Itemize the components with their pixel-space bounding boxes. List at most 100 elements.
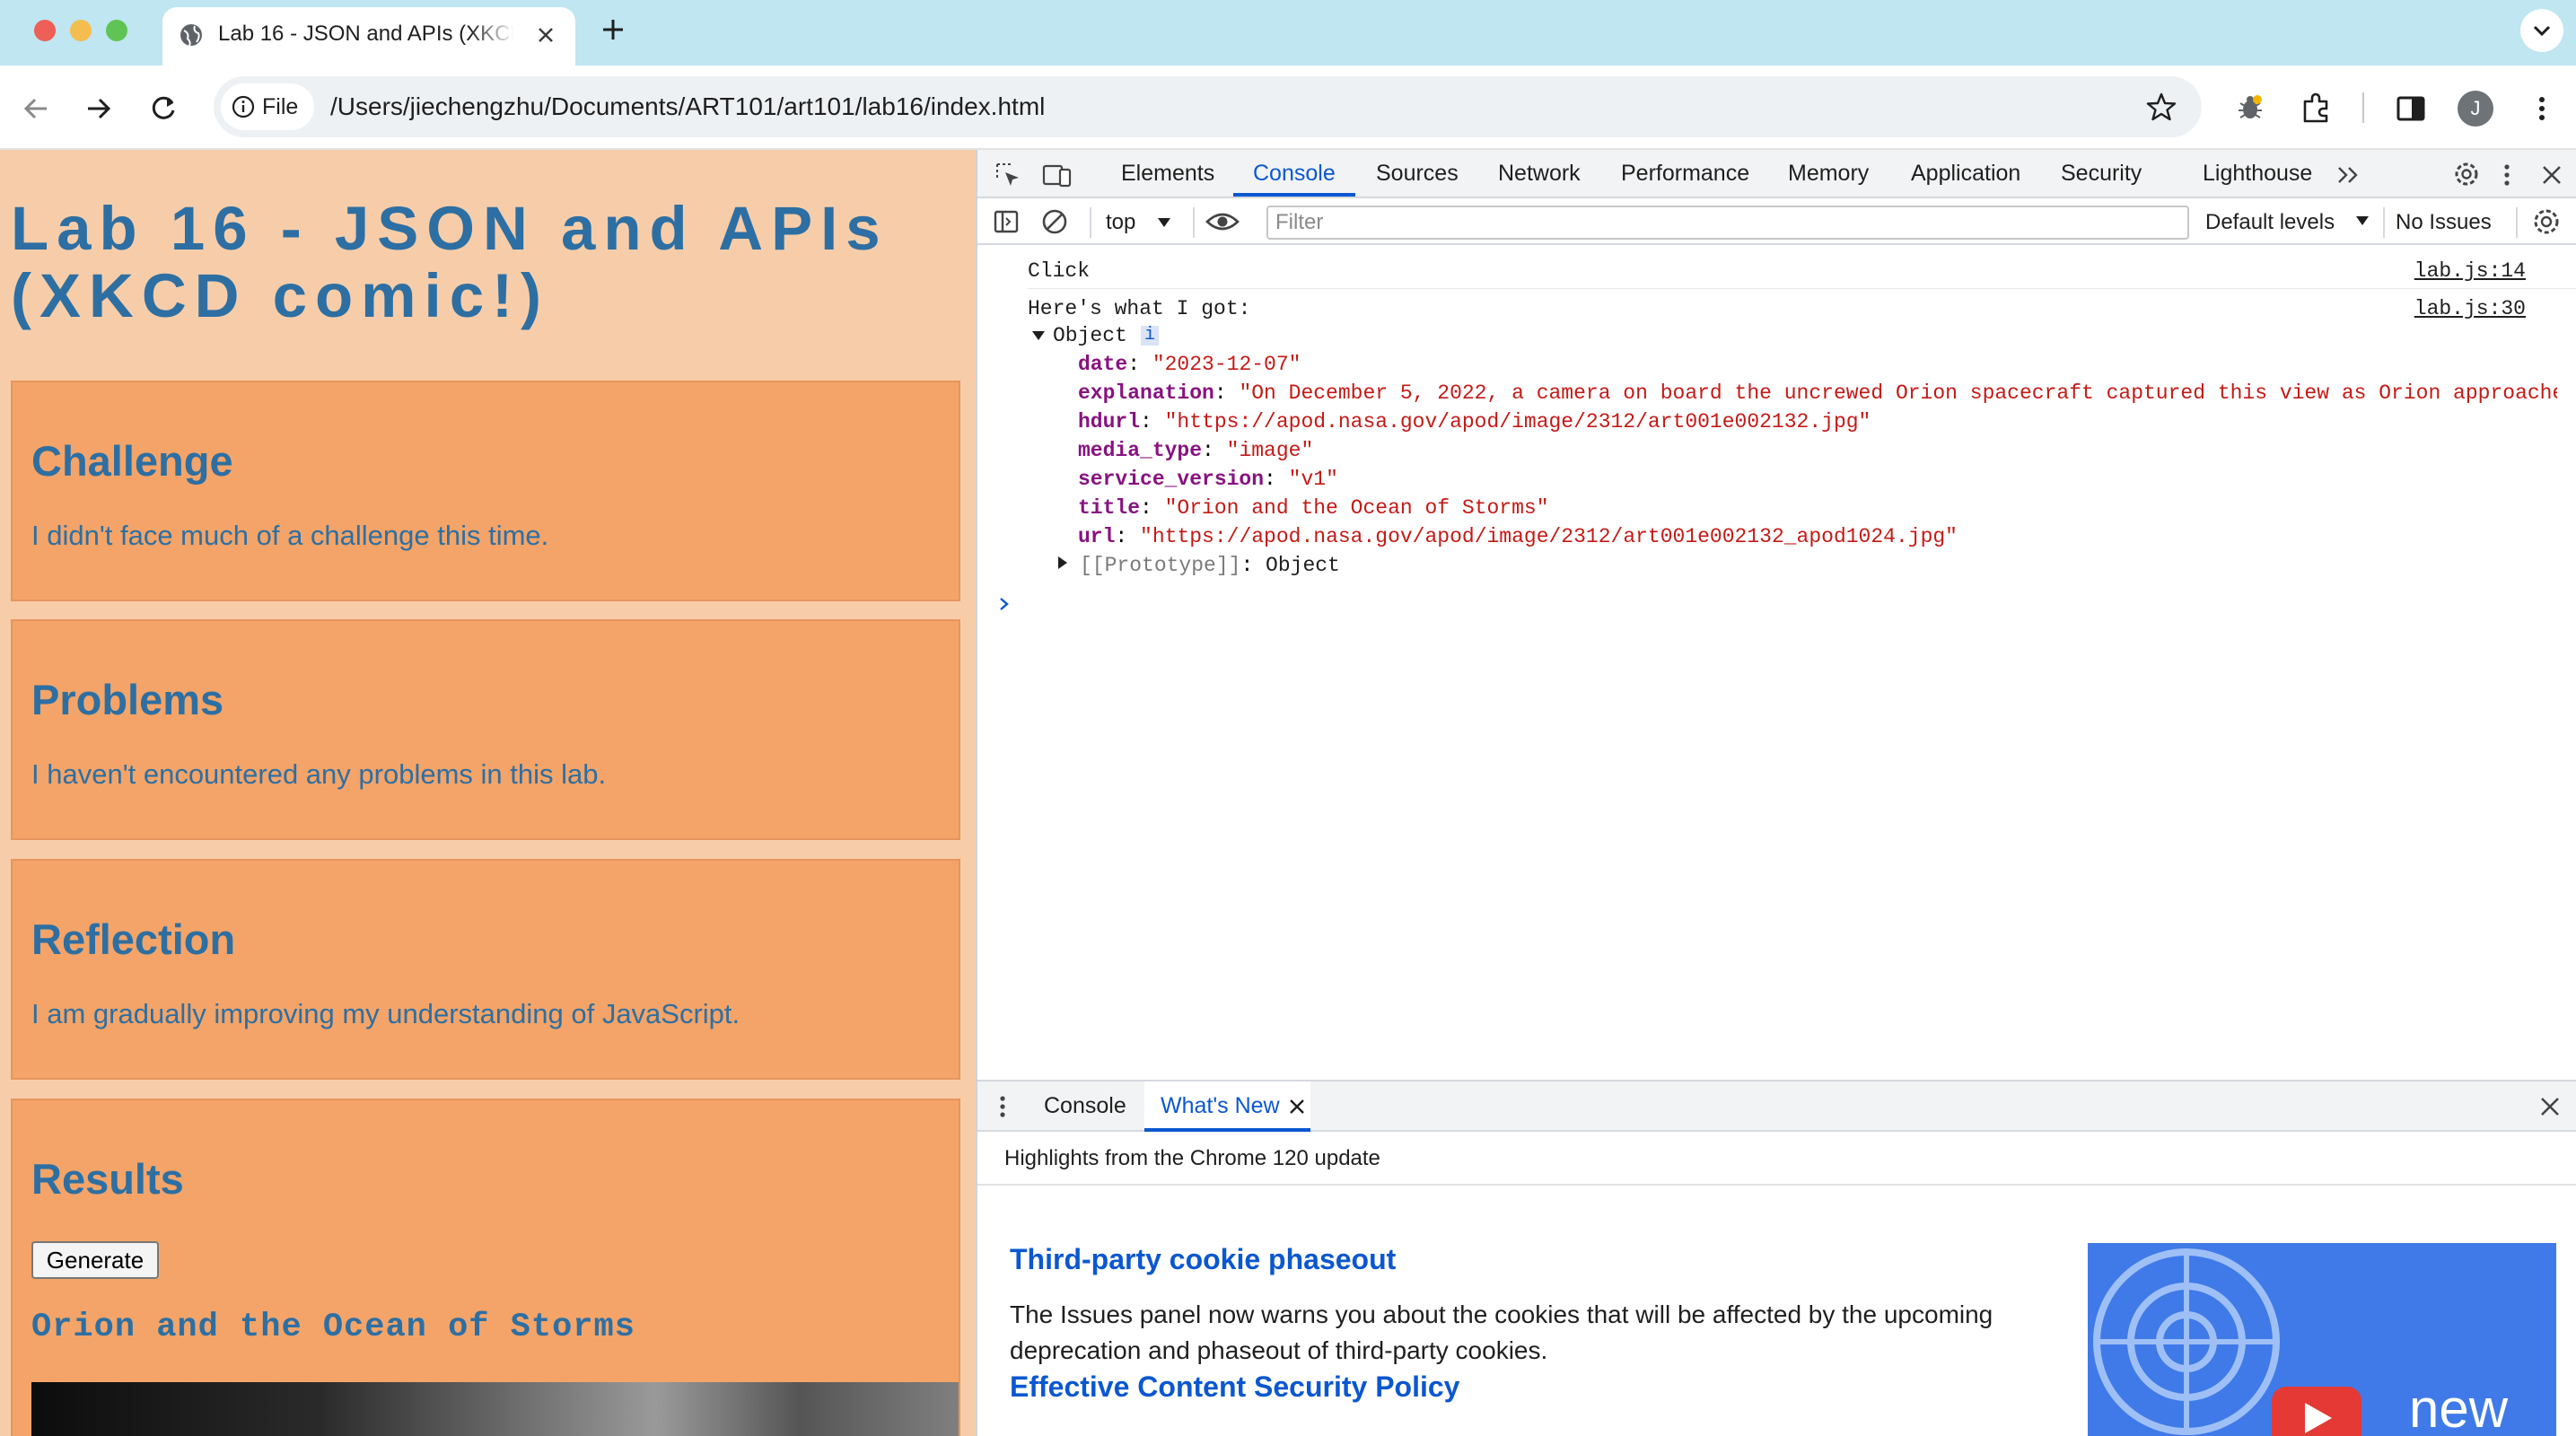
feature-description: The Issues panel now warns you about the… <box>1010 1300 1993 1364</box>
prototype-expand-arrow-icon[interactable] <box>1056 556 1069 570</box>
live-expression-eye-icon[interactable] <box>1205 207 1240 236</box>
drawer-tab-bar: Console What's New <box>977 1080 2576 1132</box>
feature-heading-link[interactable]: Effective Content Security Policy <box>1010 1370 1459 1404</box>
devtools-tab-console[interactable]: Console <box>1253 161 1336 187</box>
more-tabs-icon[interactable] <box>2335 162 2362 188</box>
close-window-button[interactable] <box>34 20 56 41</box>
reflection-section: Reflection I am gradually improving my u… <box>11 859 960 1080</box>
close-tab-icon[interactable] <box>534 23 557 47</box>
section-heading: Problems <box>31 676 224 723</box>
console-separator <box>1028 288 2576 289</box>
comic-image <box>31 1382 959 1436</box>
context-selector[interactable]: top <box>1106 210 1170 235</box>
url-text[interactable]: /Users/jiechengzhu/Documents/ART101/art1… <box>330 92 1045 121</box>
object-field-url: url: "https://apod.nasa.gov/apod/image/2… <box>1078 525 1958 548</box>
object-field-hdurl: hdurl: "https://apod.nasa.gov/apod/image… <box>1078 410 1871 433</box>
drawer-tab-whats-new[interactable]: What's New <box>1144 1081 1310 1132</box>
challenge-section: Challenge I didn't face much of a challe… <box>11 381 960 601</box>
section-text: I haven't encountered any problems in th… <box>31 758 607 790</box>
devtools-tab-sources[interactable]: Sources <box>1376 161 1459 187</box>
reload-button[interactable] <box>147 92 180 125</box>
devtools-tab-application[interactable]: Application <box>1911 161 2020 187</box>
results-section: Results Generate Orion and the Ocean of … <box>11 1099 960 1436</box>
devtools-tab-bar: Elements Console Sources Network Perform… <box>977 150 2576 198</box>
drawer-tab-console[interactable]: Console <box>1044 1093 1126 1119</box>
object-field-date: date: "2023-12-07" <box>1078 353 1301 376</box>
issues-counter[interactable]: No Issues <box>2396 210 2492 235</box>
web-page: Lab 16 - JSON and APIs (XKCD comic!) Cha… <box>0 150 976 1436</box>
object-field-service-version: service_version: "v1" <box>1078 468 1338 491</box>
log-levels-label: Default levels <box>2205 210 2335 234</box>
console-source-link[interactable]: lab.js:14 <box>2414 259 2526 283</box>
console-prompt-icon[interactable] <box>997 595 1012 613</box>
sidebar-toggle-icon[interactable] <box>992 207 1021 236</box>
devtools-tab-network[interactable]: Network <box>1498 161 1581 187</box>
site-info-chip[interactable]: File <box>221 83 314 130</box>
back-button[interactable] <box>20 92 52 125</box>
toolbar-divider <box>2362 92 2364 123</box>
bug-extension-icon[interactable] <box>2233 91 2267 125</box>
console-log-response: Here's what I got: <box>1028 297 1251 320</box>
devtools-tab-memory[interactable]: Memory <box>1788 161 1869 187</box>
filterbar-divider <box>2516 207 2518 238</box>
console-output: Click lab.js:14 Here's what I got: lab.j… <box>977 245 2576 1080</box>
whats-new-highlights: Highlights from the Chrome 120 update <box>1004 1146 1380 1170</box>
file-chip-label: File <box>262 94 299 119</box>
filterbar-divider <box>1090 207 1091 238</box>
section-heading: Reflection <box>31 915 236 963</box>
avatar[interactable]: J <box>2458 91 2493 127</box>
object-label[interactable]: Object <box>1053 324 1127 347</box>
extensions-puzzle-icon[interactable] <box>2300 91 2334 125</box>
object-prototype[interactable]: [[Prototype]]: Object <box>1080 554 1340 577</box>
inspect-element-icon[interactable] <box>994 161 1022 189</box>
devtools-tab-lighthouse[interactable]: Lighthouse <box>2203 161 2312 187</box>
browser-tab[interactable]: Lab 16 - JSON and APIs (XKCD comic!) <box>162 7 575 66</box>
object-field-media-type: media_type: "image" <box>1078 439 1314 462</box>
console-log-click: Click <box>1028 259 1091 283</box>
device-toolbar-icon[interactable] <box>1042 161 1073 189</box>
object-field-explanation: explanation: "On December 5, 2022, a cam… <box>1078 381 2557 405</box>
browser-menu-icon[interactable] <box>2531 92 2553 125</box>
maximize-window-button[interactable] <box>106 20 127 41</box>
devtools-panel: Elements Console Sources Network Perform… <box>976 150 2576 1436</box>
side-panel-icon[interactable] <box>2395 92 2427 125</box>
drawer-menu-icon[interactable] <box>997 1092 1008 1121</box>
dropdown-arrow-icon <box>2354 215 2370 227</box>
whats-new-video-thumbnail[interactable]: new <box>2088 1243 2556 1436</box>
active-tab-indicator <box>1233 193 1355 197</box>
section-text: I didn't face much of a challenge this t… <box>31 520 549 551</box>
devtools-close-icon[interactable] <box>2539 162 2564 188</box>
generate-button[interactable]: Generate <box>31 1241 159 1279</box>
info-icon <box>232 95 255 118</box>
context-selector-value: top <box>1106 210 1136 234</box>
browser-tab-strip: Lab 16 - JSON and APIs (XKCD comic!) <box>0 0 2576 66</box>
bookmark-star-icon[interactable] <box>2145 91 2177 123</box>
devtools-tab-performance[interactable]: Performance <box>1621 161 1749 187</box>
object-info-badge[interactable]: i <box>1141 326 1159 346</box>
object-collapse-arrow-icon[interactable] <box>1031 329 1046 342</box>
tab-search-button[interactable] <box>2520 9 2563 52</box>
console-source-link[interactable]: lab.js:30 <box>2414 297 2526 320</box>
filterbar-divider <box>1193 207 1195 238</box>
comic-title: Orion and the Ocean of Storms <box>31 1309 635 1346</box>
console-settings-icon[interactable] <box>2530 206 2563 238</box>
address-bar[interactable]: File /Users/jiechengzhu/Documents/ART101… <box>214 76 2202 137</box>
minimize-window-button[interactable] <box>70 20 92 41</box>
section-text: I am gradually improving my understandin… <box>31 998 740 1029</box>
page-title: Lab 16 - JSON and APIs (XKCD comic!) <box>11 194 889 330</box>
forward-button[interactable] <box>83 92 115 125</box>
devtools-tab-security[interactable]: Security <box>2061 161 2142 187</box>
devtools-menu-icon[interactable] <box>2498 161 2516 189</box>
drawer-close-icon[interactable] <box>2537 1094 2563 1119</box>
feature-heading-link[interactable]: Third-party cookie phaseout <box>1010 1243 1396 1276</box>
clear-console-icon[interactable] <box>1040 207 1069 236</box>
console-filter-input[interactable]: Filter <box>1266 206 2189 240</box>
devtools-tab-elements[interactable]: Elements <box>1121 161 1214 187</box>
new-tab-button[interactable] <box>600 16 626 43</box>
globe-icon <box>179 22 204 48</box>
devtools-settings-icon[interactable] <box>2451 159 2482 189</box>
problems-section: Problems I haven't encountered any probl… <box>11 619 960 840</box>
close-tab-icon[interactable] <box>1288 1098 1306 1116</box>
drawer-tab-label: What's New <box>1161 1093 1280 1118</box>
log-levels-dropdown[interactable]: Default levels <box>2205 210 2369 235</box>
